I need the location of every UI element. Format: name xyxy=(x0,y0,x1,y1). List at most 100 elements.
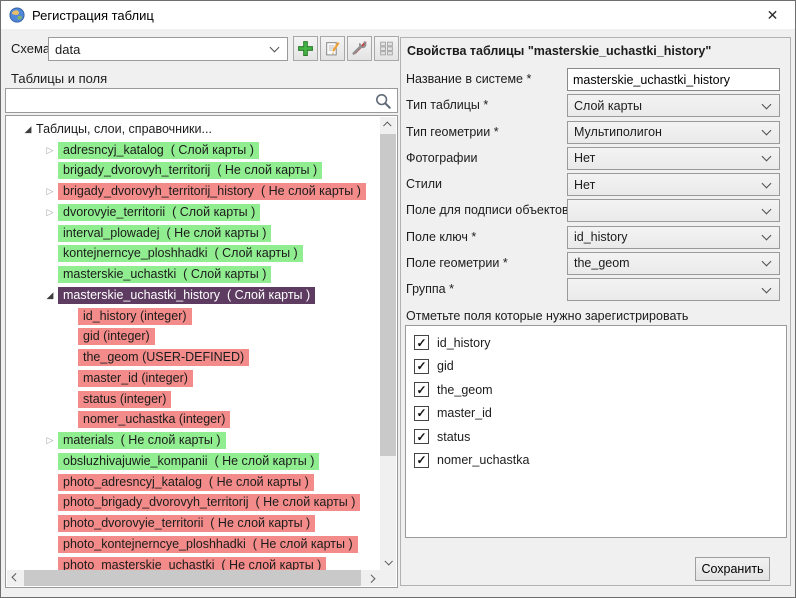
form-row: Название в системе * xyxy=(406,68,785,91)
expander-arrow-icon[interactable] xyxy=(42,207,58,218)
tree-item[interactable]: nomer_uchastka (integer) xyxy=(6,410,397,431)
tree-item[interactable]: masterskie_uchastki ( Слой карты ) xyxy=(6,264,397,285)
tree-item[interactable]: the_geom (USER-DEFINED) xyxy=(6,347,397,368)
form-select[interactable]: the_geom xyxy=(567,252,780,275)
tree-item-label: gid (integer) xyxy=(78,328,155,345)
globe-app-icon xyxy=(9,7,25,23)
tree-item[interactable]: photo_brigady_dvorovyh_territorij ( Не с… xyxy=(6,493,397,514)
field-checkbox-row[interactable]: the_geom xyxy=(406,378,786,402)
tree-item-label: id_history (integer) xyxy=(78,308,192,325)
tree-item[interactable]: id_history (integer) xyxy=(6,306,397,327)
chevron-down-icon xyxy=(270,43,280,53)
save-button[interactable]: Сохранить xyxy=(695,557,770,581)
horizontal-scrollbar[interactable] xyxy=(7,570,380,586)
properties-form: Название в системе * Тип таблицы * Слой … xyxy=(406,68,785,304)
tree-item-label: status (integer) xyxy=(78,391,171,408)
form-row: Тип таблицы * Слой карты xyxy=(406,94,785,117)
tree-item-label: kontejnerncye_ploshhadki ( Слой карты ) xyxy=(58,245,303,262)
field-checkbox-row[interactable]: status xyxy=(406,425,786,449)
chevron-down-icon xyxy=(762,257,772,267)
tree-item-label: Таблицы, слои, справочники... xyxy=(36,121,217,138)
scroll-down-icon[interactable] xyxy=(380,554,396,570)
tree-item[interactable]: gid (integer) xyxy=(6,327,397,348)
tree-item-label: dvorovyie_territorii ( Слой карты ) xyxy=(58,204,260,221)
form-select-value: id_history xyxy=(574,230,628,244)
form-row: Группа * xyxy=(406,278,785,301)
tree-item[interactable]: dvorovyie_territorii ( Слой карты ) xyxy=(6,202,397,223)
schema-select[interactable]: data xyxy=(48,37,288,61)
form-label: Тип геометрии * xyxy=(406,125,499,139)
expander-arrow-icon[interactable] xyxy=(42,145,58,156)
schema-label: Схема xyxy=(11,41,50,56)
vertical-scrollbar[interactable] xyxy=(380,117,396,570)
tree-item[interactable]: photo_adresncyj_katalog ( Не слой карты … xyxy=(6,472,397,493)
checkbox-icon[interactable] xyxy=(414,453,429,468)
form-label: Стили xyxy=(406,177,442,191)
window-title: Регистрация таблиц xyxy=(32,8,154,23)
checkbox-icon[interactable] xyxy=(414,382,429,397)
table-structure-icon xyxy=(378,40,395,57)
form-select[interactable] xyxy=(567,278,780,301)
tree-item[interactable]: brigady_dvorovyh_territorij_history ( Не… xyxy=(6,181,397,202)
tree-item[interactable]: Таблицы, слои, справочники... xyxy=(6,119,397,140)
scroll-left-icon[interactable] xyxy=(7,570,23,586)
form-select[interactable]: Нет xyxy=(567,173,780,196)
tree-item-label: master_id (integer) xyxy=(78,370,193,387)
tree-item[interactable]: adresncyj_katalog ( Слой карты ) xyxy=(6,140,397,161)
scroll-right-icon[interactable] xyxy=(364,570,380,586)
tree-item[interactable]: brigady_dvorovyh_territorij ( Не слой ка… xyxy=(6,161,397,182)
field-name-label: the_geom xyxy=(437,383,493,397)
tree-item[interactable]: photo_kontejnerncye_ploshhadki ( Не слой… xyxy=(6,534,397,555)
form-label: Название в системе * xyxy=(406,72,531,86)
tree-rows: Таблицы, слои, справочники... adresncyj_… xyxy=(6,116,397,587)
expander-arrow-icon[interactable] xyxy=(42,290,58,301)
tables-and-fields-label: Таблицы и поля xyxy=(11,71,107,86)
form-label: Поле для подписи объектов xyxy=(406,203,569,217)
form-select[interactable]: Слой карты xyxy=(567,94,780,117)
search-input[interactable] xyxy=(6,89,374,112)
tree-item[interactable]: photo_dvorovyie_territorii ( Не слой кар… xyxy=(6,513,397,534)
form-row: Поле геометрии * the_geom xyxy=(406,252,785,275)
add-schema-button[interactable] xyxy=(293,36,318,61)
tree-item[interactable]: status (integer) xyxy=(6,389,397,410)
scroll-up-icon[interactable] xyxy=(380,117,396,133)
tree-item-label: brigady_dvorovyh_territorij_history ( Не… xyxy=(58,183,366,200)
expander-arrow-icon[interactable] xyxy=(42,435,58,446)
form-row: Поле ключ * id_history xyxy=(406,226,785,249)
field-checkbox-row[interactable]: nomer_uchastka xyxy=(406,449,786,473)
tree-item-label: photo_brigady_dvorovyh_territorij ( Не с… xyxy=(58,494,360,511)
tree-search-box[interactable] xyxy=(5,88,398,113)
form-select-value: Мультиполигон xyxy=(574,125,662,139)
form-select-value: Нет xyxy=(574,178,595,192)
form-text-input[interactable] xyxy=(567,68,780,91)
form-select[interactable]: id_history xyxy=(567,226,780,249)
horizontal-scrollbar-thumb[interactable] xyxy=(24,570,361,586)
table-structure-button[interactable] xyxy=(374,36,399,61)
expander-arrow-icon[interactable] xyxy=(20,124,36,135)
field-checkbox-row[interactable]: gid xyxy=(406,355,786,379)
register-fields-label: Отметьте поля которые нужно зарегистриро… xyxy=(406,309,688,323)
vertical-scrollbar-thumb[interactable] xyxy=(380,134,396,456)
form-label: Поле ключ * xyxy=(406,230,476,244)
close-icon[interactable]: ✕ xyxy=(750,1,795,29)
tree-item[interactable]: obsluzhivajuwie_kompanii ( Не слой карты… xyxy=(6,451,397,472)
form-select[interactable] xyxy=(567,199,780,222)
checkbox-icon[interactable] xyxy=(414,429,429,444)
field-checkbox-row[interactable]: master_id xyxy=(406,402,786,426)
tree-item[interactable]: materials ( Не слой карты ) xyxy=(6,430,397,451)
checkbox-icon[interactable] xyxy=(414,406,429,421)
tree-item[interactable]: interval_plowadej ( Не слой карты ) xyxy=(6,223,397,244)
checkbox-icon[interactable] xyxy=(414,359,429,374)
edit-schema-button[interactable] xyxy=(320,36,345,61)
checkbox-icon[interactable] xyxy=(414,335,429,350)
tree-item-label: brigady_dvorovyh_territorij ( Не слой ка… xyxy=(58,162,322,179)
form-select[interactable]: Нет xyxy=(567,147,780,170)
tree-item[interactable]: masterskie_uchastki_history ( Слой карты… xyxy=(6,285,397,306)
form-select[interactable]: Мультиполигон xyxy=(567,121,780,144)
field-checkbox-row[interactable]: id_history xyxy=(406,331,786,355)
expander-arrow-icon[interactable] xyxy=(42,186,58,197)
tree-item[interactable]: kontejnerncye_ploshhadki ( Слой карты ) xyxy=(6,244,397,265)
tools-button[interactable] xyxy=(347,36,372,61)
form-select-value: the_geom xyxy=(574,256,630,270)
tree-item[interactable]: master_id (integer) xyxy=(6,368,397,389)
